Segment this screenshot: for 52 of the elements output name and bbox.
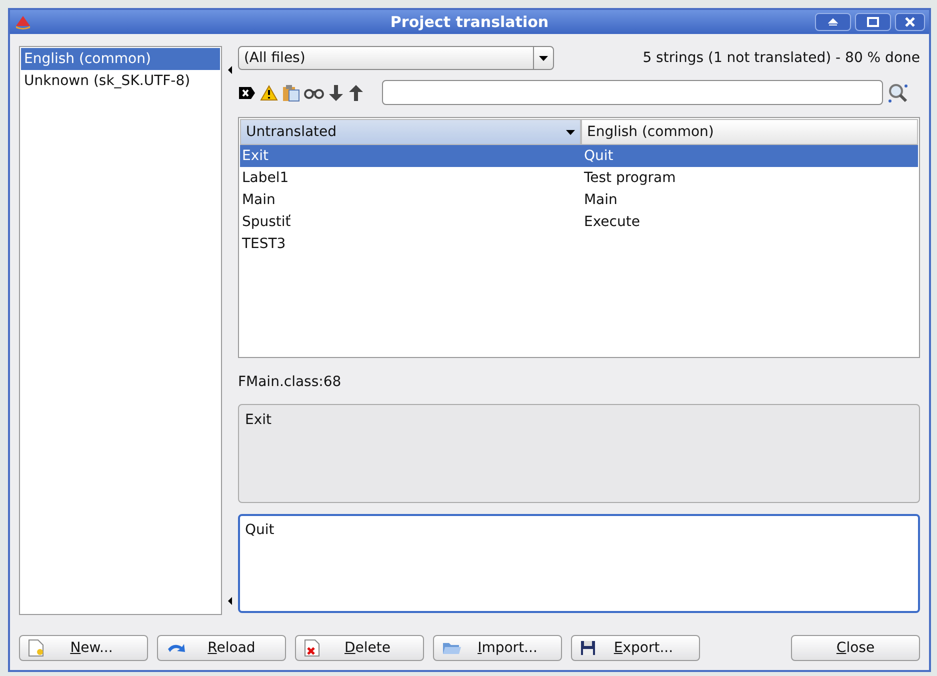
delete-document-icon — [304, 639, 320, 657]
close-button[interactable]: Close — [791, 635, 920, 661]
table-row[interactable]: TEST3 — [240, 233, 918, 255]
translation-field[interactable]: Quit — [238, 514, 920, 613]
progress-summary: 5 strings (1 not translated) - 80 % done — [642, 48, 920, 68]
new-document-icon — [28, 639, 44, 657]
reload-button[interactable]: Reload — [157, 635, 286, 661]
new-button[interactable]: New... — [19, 635, 148, 661]
dropdown-arrow-icon — [538, 56, 548, 60]
export-button[interactable]: Export... — [571, 635, 700, 661]
table-cell: Spustiť — [242, 214, 291, 230]
splitter-arrow-icon[interactable] — [228, 597, 232, 605]
table-row[interactable]: Main Main — [240, 189, 918, 211]
maximize-icon — [867, 17, 879, 27]
delete-button[interactable]: Delete — [295, 635, 424, 661]
table-row[interactable]: Spustiť Execute — [240, 211, 918, 233]
clipboard-icon[interactable] — [282, 84, 300, 102]
table-cell: Test program — [584, 170, 676, 186]
table-cell: Main — [584, 192, 618, 208]
close-window-button[interactable] — [895, 13, 925, 31]
folder-icon — [442, 640, 462, 656]
app-icon — [14, 14, 32, 30]
window-title: Project translation — [390, 12, 549, 33]
column-header[interactable]: Untranslated — [240, 119, 581, 145]
table-row[interactable]: Label1 Test program — [240, 167, 918, 189]
splitter-arrow-icon[interactable] — [228, 66, 232, 74]
down-arrow-icon[interactable] — [328, 84, 344, 102]
table-row[interactable]: Exit Quit — [240, 145, 918, 167]
table-cell: Execute — [584, 214, 640, 230]
sort-arrow-icon — [566, 130, 575, 134]
language-item[interactable]: English (common) — [21, 48, 220, 70]
source-text-box: Exit — [238, 404, 920, 503]
warning-icon[interactable] — [260, 84, 278, 100]
column-header[interactable]: English (common) — [580, 119, 918, 145]
file-filter-dropdown[interactable]: (All files) — [238, 46, 554, 70]
table-cell: TEST3 — [242, 236, 286, 252]
source-location: FMain.class:68 — [238, 373, 342, 392]
close-icon — [905, 17, 915, 27]
clear-tag-icon[interactable] — [238, 86, 256, 100]
search-field[interactable] — [382, 80, 883, 105]
shade-icon — [828, 18, 838, 26]
maximize-button[interactable] — [855, 13, 891, 31]
table-cell: Exit — [242, 148, 268, 164]
table-cell: Quit — [584, 148, 614, 164]
table-cell: Main — [242, 192, 276, 208]
shade-button[interactable] — [815, 13, 851, 31]
table-cell: Label1 — [242, 170, 289, 186]
language-item[interactable]: Unknown (sk_SK.UTF-8) — [21, 70, 220, 92]
import-button[interactable]: Import... — [433, 635, 562, 661]
search-icon[interactable] — [886, 82, 909, 104]
up-arrow-icon[interactable] — [348, 84, 364, 102]
binoculars-icon[interactable] — [304, 86, 324, 98]
